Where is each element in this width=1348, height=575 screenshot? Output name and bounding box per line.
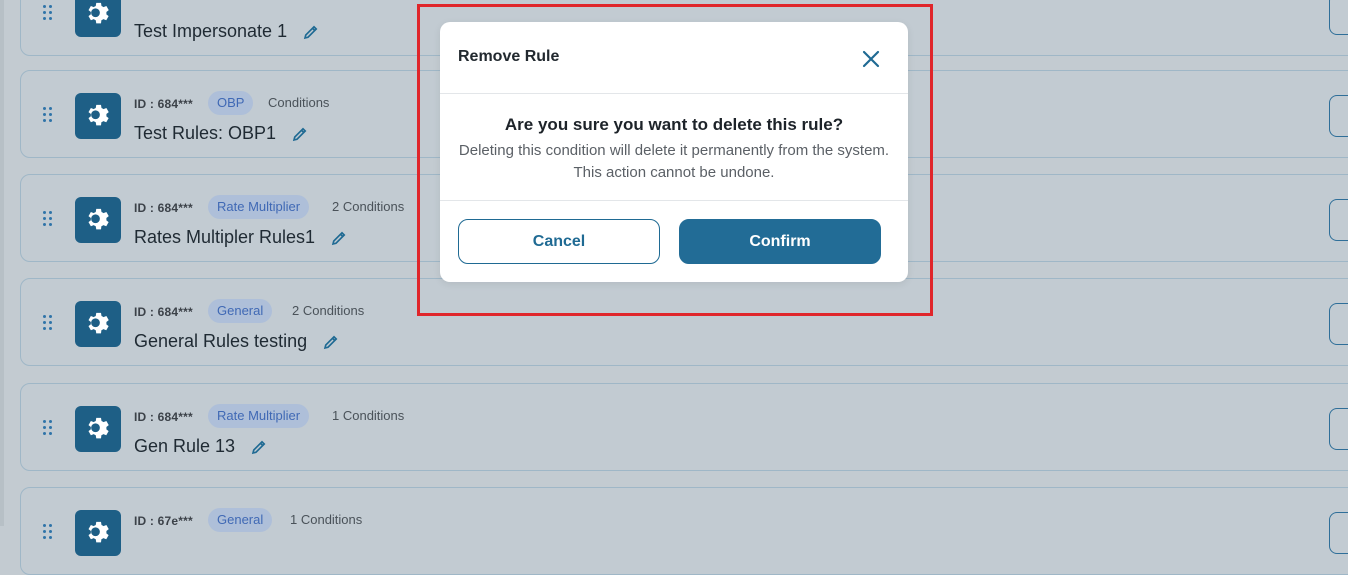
rule-name: Test Impersonate 1 — [134, 21, 320, 42]
rule-action-button[interactable] — [1329, 512, 1348, 554]
sidebar-edge — [0, 0, 4, 526]
rule-name: Gen Rule 13 — [134, 436, 268, 457]
rule-action-button[interactable] — [1329, 199, 1348, 241]
rule-type-badge: OBP — [208, 91, 254, 115]
gear-icon — [75, 0, 121, 37]
rule-name: Rates Multipler Rules1 — [134, 227, 348, 248]
rule-id: ID : 684*** — [134, 410, 193, 424]
drag-handle-icon[interactable] — [43, 420, 55, 438]
gear-icon — [75, 510, 121, 556]
rule-conditions-count: 1 Conditions — [332, 408, 405, 423]
gear-icon — [75, 197, 121, 243]
rule-name-text: Gen Rule 13 — [134, 436, 236, 456]
rule-id: ID : 684*** — [134, 201, 193, 215]
rule-card[interactable]: ID : 684*** Rate Multiplier 1 Conditions… — [20, 383, 1348, 471]
rule-type-badge: Rate Multiplier — [208, 195, 310, 219]
drag-handle-icon[interactable] — [43, 211, 55, 229]
close-icon[interactable] — [860, 48, 882, 70]
rule-conditions-count: 1 Conditions — [290, 512, 363, 527]
rule-id: ID : 684*** — [134, 305, 193, 319]
rule-name-text: Rates Multipler Rules1 — [134, 227, 316, 247]
drag-handle-icon[interactable] — [43, 5, 55, 23]
rule-conditions-count: 2 Conditions — [292, 303, 365, 318]
drag-handle-icon[interactable] — [43, 315, 55, 333]
rule-name-text: General Rules testing — [134, 331, 308, 351]
dialog-body: Are you sure you want to delete this rul… — [440, 94, 908, 201]
drag-handle-icon[interactable] — [43, 524, 55, 542]
gear-icon — [75, 301, 121, 347]
rule-action-button[interactable] — [1329, 95, 1348, 137]
dialog-header: Remove Rule — [440, 22, 908, 94]
pencil-icon[interactable] — [330, 229, 348, 247]
rule-type-badge: Rate Multiplier — [208, 404, 310, 428]
rule-name: General Rules testing — [134, 331, 340, 352]
pencil-icon[interactable] — [291, 125, 309, 143]
rule-type-badge: General — [208, 508, 273, 532]
rule-type-badge: General — [208, 299, 273, 323]
rule-conditions-count: 2 Conditions — [332, 199, 405, 214]
drag-handle-icon[interactable] — [43, 107, 55, 125]
dialog-message: Deleting this condition will delete it p… — [458, 142, 890, 181]
rule-name-text: Test Rules: OBP1 — [134, 123, 277, 143]
gear-icon — [75, 93, 121, 139]
rule-action-button[interactable] — [1329, 0, 1348, 35]
rule-name: Test Rules: OBP1 — [134, 123, 309, 144]
gear-icon — [75, 406, 121, 452]
confirm-button[interactable]: Confirm — [679, 219, 881, 264]
remove-rule-dialog: Remove Rule Are you sure you want to del… — [440, 22, 908, 282]
rule-name-text: Test Impersonate 1 — [134, 21, 288, 41]
pencil-icon[interactable] — [250, 438, 268, 456]
rule-id: ID : 684*** — [134, 97, 193, 111]
rule-card[interactable]: ID : 67e*** General 1 Conditions — [20, 487, 1348, 575]
rule-action-button[interactable] — [1329, 303, 1348, 345]
rule-conditions-count: Conditions — [268, 95, 330, 110]
cancel-button[interactable]: Cancel — [458, 219, 660, 264]
dialog-question: Are you sure you want to delete this rul… — [504, 115, 844, 134]
rule-action-button[interactable] — [1329, 408, 1348, 450]
pencil-icon[interactable] — [322, 333, 340, 351]
pencil-icon[interactable] — [302, 23, 320, 41]
dialog-title: Remove Rule — [458, 48, 560, 65]
